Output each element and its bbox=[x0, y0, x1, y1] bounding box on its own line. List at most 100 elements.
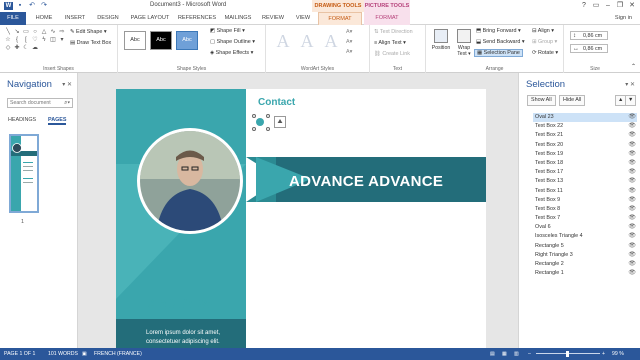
align-button[interactable]: ⊟ Align ▾ bbox=[532, 28, 554, 34]
redo-icon[interactable]: ↷ bbox=[40, 2, 48, 10]
selection-item[interactable]: Text Box 7 👁 bbox=[533, 214, 637, 223]
shape-style-blue[interactable]: Abc bbox=[176, 31, 198, 50]
selection-item[interactable]: Oval 23 👁 bbox=[533, 113, 637, 123]
shape-effects-button[interactable]: ◈ Shape Effects ▾ bbox=[210, 50, 253, 56]
oval-shape-icon[interactable]: ○ bbox=[31, 29, 39, 35]
search-icon[interactable]: ⌕▾ bbox=[64, 99, 70, 108]
selection-item[interactable]: Text Box 9 👁 bbox=[533, 196, 637, 205]
text-effects-icon[interactable]: A▾ bbox=[346, 49, 352, 55]
rectangle-shape-icon[interactable]: ▭ bbox=[22, 29, 30, 35]
word-app-icon[interactable]: W bbox=[4, 2, 13, 10]
selection-item[interactable]: Isosceles Triangle 4 👁 bbox=[533, 232, 637, 241]
zoom-level[interactable]: 99 % bbox=[612, 348, 624, 360]
curve-shape-icon[interactable]: ∿ bbox=[49, 29, 57, 35]
visibility-eye-icon[interactable]: 👁 bbox=[628, 260, 636, 269]
tab-design[interactable]: DESIGN bbox=[93, 12, 123, 25]
selection-item[interactable]: Text Box 18 👁 bbox=[533, 159, 637, 168]
align-text-button[interactable]: ≡ Align Text ▾ bbox=[374, 40, 406, 46]
visibility-eye-icon[interactable]: 👁 bbox=[628, 196, 636, 205]
read-mode-icon[interactable]: ▤ bbox=[490, 348, 495, 360]
draw-text-box-button[interactable]: ▤ Draw Text Box bbox=[70, 40, 111, 46]
wordart-style-3[interactable]: A bbox=[320, 30, 342, 52]
page-thumbnail[interactable] bbox=[9, 134, 39, 213]
block-arrow-shape-icon[interactable]: ⇨ bbox=[58, 29, 66, 35]
nav-tab-headings[interactable]: HEADINGS bbox=[8, 117, 36, 123]
zoom-in-button[interactable]: + bbox=[602, 348, 605, 360]
bracket-shape-icon[interactable]: [ bbox=[22, 37, 30, 43]
language-status[interactable]: FRENCH (FRANCE) bbox=[94, 348, 142, 360]
show-all-button[interactable]: Show All bbox=[527, 95, 556, 106]
tab-review[interactable]: REVIEW bbox=[258, 12, 288, 25]
wordart-style-2[interactable]: A bbox=[296, 30, 318, 52]
collapse-ribbon-icon[interactable]: ⌃ bbox=[631, 63, 636, 70]
close-button[interactable]: ✕ bbox=[626, 0, 638, 12]
visibility-eye-icon[interactable]: 👁 bbox=[628, 168, 636, 177]
selection-item[interactable]: Text Box 19 👁 bbox=[533, 150, 637, 159]
wrap-text-button[interactable]: Wrap Text ▾ bbox=[454, 29, 474, 57]
visibility-eye-icon[interactable]: 👁 bbox=[628, 131, 636, 140]
wordart-style-1[interactable]: A bbox=[272, 30, 294, 52]
visibility-eye-icon[interactable]: 👁 bbox=[628, 150, 636, 159]
selection-item[interactable]: Text Box 21 👁 bbox=[533, 131, 637, 140]
visibility-eye-icon[interactable]: 👁 bbox=[628, 122, 636, 131]
callout-shape-icon[interactable]: ◫ bbox=[49, 37, 57, 43]
selection-handle[interactable] bbox=[252, 127, 256, 131]
visibility-eye-icon[interactable]: 👁 bbox=[628, 232, 636, 241]
visibility-eye-icon[interactable]: 👁 bbox=[628, 141, 636, 150]
selection-item[interactable]: Text Box 11 👁 bbox=[533, 187, 637, 196]
edit-shape-button[interactable]: ✎ Edit Shape ▾ bbox=[70, 29, 107, 35]
contact-heading[interactable]: Contact bbox=[258, 97, 295, 108]
selection-handle[interactable] bbox=[266, 114, 270, 118]
position-button[interactable]: Position bbox=[429, 29, 453, 51]
visibility-eye-icon[interactable]: 👁 bbox=[628, 177, 636, 186]
group-button[interactable]: ⊞ Group ▾ bbox=[532, 39, 557, 45]
about-me-text[interactable]: Lorem ipsum dolor sit amet, consectetuer… bbox=[146, 329, 246, 347]
about-me-heading[interactable]: ABOUT ME bbox=[148, 296, 217, 311]
flowchart-shape-icon[interactable]: ◇ bbox=[4, 45, 12, 51]
proofing-icon[interactable]: ▣ bbox=[82, 348, 87, 360]
tab-format-drawing[interactable]: FORMAT bbox=[318, 12, 362, 25]
moon-shape-icon[interactable]: ☾ bbox=[22, 45, 30, 51]
visibility-eye-icon[interactable]: 👁 bbox=[628, 214, 636, 223]
selected-oval-shape[interactable] bbox=[256, 118, 264, 126]
sign-in-link[interactable]: Sign in bbox=[615, 12, 632, 25]
selection-pane-button[interactable]: ▦ Selection Pane bbox=[474, 49, 523, 57]
send-backward-button[interactable]: ⬓ Send Backward ▾ bbox=[476, 39, 525, 45]
minimize-button[interactable]: – bbox=[602, 0, 614, 12]
tab-home[interactable]: HOME bbox=[30, 12, 58, 25]
shape-height-field[interactable]: ↕ 0,86 cm bbox=[570, 31, 608, 40]
visibility-eye-icon[interactable]: 👁 bbox=[628, 113, 636, 122]
selection-item[interactable]: Text Box 17 👁 bbox=[533, 168, 637, 177]
brace-shape-icon[interactable]: { bbox=[13, 37, 21, 43]
shape-width-field[interactable]: ↔ 0,86 cm bbox=[570, 44, 608, 53]
visibility-eye-icon[interactable]: 👁 bbox=[628, 242, 636, 251]
undo-icon[interactable]: ↶ bbox=[28, 2, 36, 10]
visibility-eye-icon[interactable]: 👁 bbox=[628, 223, 636, 232]
heart-shape-icon[interactable]: ♡ bbox=[31, 37, 39, 43]
selection-item[interactable]: Text Box 22 👁 bbox=[533, 122, 637, 131]
shape-outline-button[interactable]: ▢ Shape Outline ▾ bbox=[210, 39, 255, 45]
triangle-shape-icon[interactable]: △ bbox=[40, 29, 48, 35]
help-button[interactable]: ? bbox=[578, 0, 590, 12]
tab-mailings[interactable]: MAILINGS bbox=[221, 12, 255, 25]
selection-item[interactable]: Rectangle 2 👁 bbox=[533, 260, 637, 269]
visibility-eye-icon[interactable]: 👁 bbox=[628, 251, 636, 260]
visibility-eye-icon[interactable]: 👁 bbox=[628, 205, 636, 214]
tab-file[interactable]: FILE bbox=[0, 12, 26, 25]
selection-item[interactable]: Text Box 20 👁 bbox=[533, 141, 637, 150]
selection-handle[interactable] bbox=[252, 114, 256, 118]
document-page[interactable]: Contact ⛰ ADVANCE ADVANCE ABOUT ME Lorem… bbox=[116, 89, 486, 348]
navigation-close-icon[interactable]: ▾ ✕ bbox=[62, 81, 72, 88]
shape-style-black[interactable]: Abc bbox=[150, 31, 172, 50]
visibility-eye-icon[interactable]: 👁 bbox=[628, 187, 636, 196]
lightning-shape-icon[interactable]: ϟ bbox=[40, 37, 48, 43]
tab-references[interactable]: REFERENCES bbox=[175, 12, 219, 25]
print-layout-icon[interactable]: ▦ bbox=[502, 348, 507, 360]
rotate-button[interactable]: ⟳ Rotate ▾ bbox=[532, 50, 558, 56]
selection-handle[interactable] bbox=[266, 127, 270, 131]
tab-format-picture[interactable]: FORMAT bbox=[364, 12, 410, 25]
more-shapes-icon[interactable]: ▾ bbox=[58, 37, 66, 43]
text-fill-icon[interactable]: A▾ bbox=[346, 29, 352, 35]
shape-style-white[interactable]: Abc bbox=[124, 31, 146, 50]
text-outline-icon[interactable]: A▾ bbox=[346, 39, 352, 45]
